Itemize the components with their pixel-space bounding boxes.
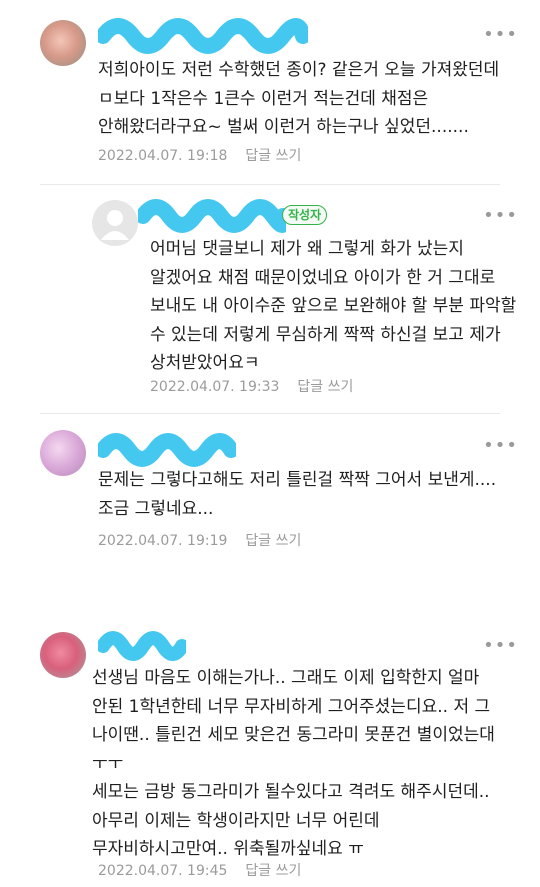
comment-text: 문제는 그렇다고해도 저리 틀린걸 짝짝 그어서 보낸게.... 조금 그렇네요…	[98, 470, 497, 519]
redacted-username-scribble	[98, 631, 186, 661]
comment-meta: 2022.04.07. 19:33 답글 쓰기	[150, 376, 353, 396]
more-dots-icon[interactable]: •••	[483, 207, 518, 225]
reply-button[interactable]: 답글 쓰기	[245, 148, 301, 164]
comment-text: 어머님 댓글보니 제가 왜 그렇게 화가 났는지 알겠어요 채점 때문이었네요 …	[150, 239, 517, 373]
avatar[interactable]	[40, 632, 86, 678]
reply-button[interactable]: 답글 쓰기	[297, 379, 353, 395]
more-dots-icon[interactable]: •••	[483, 26, 518, 44]
more-dots-icon[interactable]: •••	[483, 637, 518, 655]
avatar[interactable]	[40, 20, 86, 66]
comment-date: 2022.04.07. 19:33	[150, 379, 280, 395]
reply-button[interactable]: 답글 쓰기	[245, 863, 301, 879]
comment-date: 2022.04.07. 19:18	[98, 148, 228, 164]
author-badge: 작성자	[282, 205, 328, 225]
divider	[40, 413, 500, 414]
more-dots-icon[interactable]: •••	[483, 437, 518, 455]
avatar[interactable]	[40, 430, 86, 476]
redacted-username-scribble	[138, 199, 286, 233]
comment-meta: 2022.04.07. 19:18 답글 쓰기	[98, 145, 301, 165]
comment-date: 2022.04.07. 19:45	[98, 863, 228, 879]
redacted-username-scribble	[98, 433, 236, 467]
comment-date: 2022.04.07. 19:19	[98, 533, 228, 549]
comment-text: 저희아이도 저런 수학했던 종이? 같은거 오늘 가져왔던데 ㅁ보다 1작은수 …	[98, 60, 500, 137]
redacted-username-scribble	[98, 18, 308, 54]
default-avatar-icon[interactable]	[92, 200, 138, 246]
comment-meta: 2022.04.07. 19:45 답글 쓰기	[98, 860, 301, 880]
reply-button[interactable]: 답글 쓰기	[245, 533, 301, 549]
divider	[40, 184, 500, 185]
comment-meta: 2022.04.07. 19:19 답글 쓰기	[98, 530, 301, 550]
comment-text: 선생님 마음도 이해는가나.. 그래도 이제 입학한지 얼마 안된 1학년한테 …	[92, 668, 495, 859]
